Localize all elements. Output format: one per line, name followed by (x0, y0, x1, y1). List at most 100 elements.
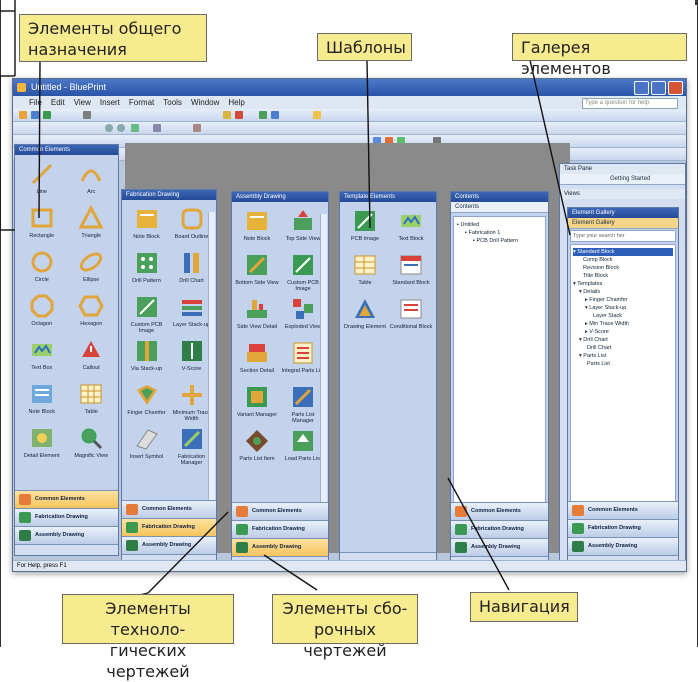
getting-started-row[interactable]: Getting Started (560, 174, 685, 185)
standard-block-icon (400, 255, 422, 275)
gallery-node[interactable]: ▾ Layer Stack-up (573, 304, 673, 312)
menu-view[interactable]: View (74, 96, 91, 109)
circle-tool[interactable]: Circle (17, 247, 67, 291)
maximize-button[interactable] (651, 81, 666, 95)
trace-width-icon (181, 385, 202, 405)
fab-insert-symbol[interactable]: Insert Symbol (124, 424, 169, 468)
gallery-node[interactable]: Revision Block (573, 264, 673, 272)
gallery-node[interactable]: ▾ Parts List (573, 352, 673, 360)
gallery-node[interactable]: ▾ Standard Block (573, 248, 673, 256)
fab-drill-pattern[interactable]: Drill Pattern (124, 248, 169, 292)
pcb-image-icon (293, 255, 313, 275)
tree-node-fabrication[interactable]: ▪ Fabrication 1 (457, 229, 542, 237)
gallery-node[interactable]: ▸ Min Trace Width (573, 320, 673, 328)
ellipse-icon (80, 252, 103, 272)
line-tool[interactable]: Line (17, 159, 67, 203)
tpl-drawing-element[interactable]: Drawing Element (342, 294, 388, 338)
help-search-input[interactable]: Type a question for help (582, 98, 678, 109)
asm-side-view-detail[interactable]: Side View Detail (234, 294, 280, 338)
gallery-node[interactable]: Layer Stack (573, 312, 673, 320)
gallery-node[interactable]: Title Block (573, 272, 673, 280)
exploded-view-icon (293, 299, 313, 319)
fabrication-scrollbar[interactable] (208, 212, 215, 503)
menu-help[interactable]: Help (228, 96, 244, 109)
fabrication-drawing-bar[interactable]: Fabrication Drawing (232, 520, 328, 538)
note-block-tool[interactable]: Note Block (17, 379, 67, 423)
arc-tool[interactable]: Arc (67, 159, 117, 203)
assembly-drawing-bar[interactable]: Assembly Drawing (451, 538, 548, 556)
triangle-tool[interactable]: Triangle (67, 203, 117, 247)
gallery-node[interactable]: ▸ V-Score (573, 328, 673, 336)
assembly-drawing-bar[interactable]: Assembly Drawing (15, 526, 118, 544)
asm-bottom-side-view[interactable]: Bottom Side View (234, 250, 280, 294)
common-elements-icon (572, 505, 584, 516)
table-tool[interactable]: Table (67, 379, 117, 423)
gallery-node[interactable]: ▸ Finger Chamfer (573, 296, 673, 304)
fab-note-block[interactable]: Note Block (124, 204, 169, 248)
menu-format[interactable]: Format (129, 96, 154, 109)
pcb-image-icon (136, 297, 157, 317)
gallery-node[interactable]: Comp Block (573, 256, 673, 264)
section-detail-icon (247, 344, 267, 362)
common-elements-bar[interactable]: Common Elements (451, 502, 548, 520)
rectangle-icon (31, 208, 53, 228)
assembly-drawing-bar[interactable]: Assembly Drawing (122, 536, 216, 554)
minimize-button[interactable] (634, 81, 649, 95)
assembly-scrollbar[interactable] (320, 214, 327, 505)
fabrication-drawing-bar[interactable]: Fabrication Drawing (122, 518, 216, 536)
octagon-tool[interactable]: Octagon (17, 291, 67, 335)
ellipse-tool[interactable]: Ellipse (67, 247, 117, 291)
assembly-drawing-bar[interactable]: Assembly Drawing (232, 538, 328, 556)
close-button[interactable] (668, 81, 683, 95)
gallery-node[interactable]: ▾ Templates (573, 280, 673, 288)
octagon-icon (30, 294, 54, 318)
fabrication-drawing-bar[interactable]: Fabrication Drawing (15, 508, 118, 526)
gallery-node[interactable]: ▾ Details (573, 288, 673, 296)
asm-note-block[interactable]: Note Block (234, 206, 280, 250)
fab-via-stackup[interactable]: Via Stack-up (124, 336, 169, 380)
toolbar-standard[interactable] (13, 109, 686, 122)
menu-tools[interactable]: Tools (163, 96, 182, 109)
tpl-table[interactable]: Table (342, 250, 388, 294)
menu-edit[interactable]: Edit (51, 96, 65, 109)
fabrication-drawing-bar[interactable]: Fabrication Drawing (451, 520, 548, 538)
contents-tree[interactable]: ▪ Untitled ▪ Fabrication 1 ▪ PCB Drill P… (453, 216, 546, 505)
magnific-view-tool[interactable]: Magnific View (67, 423, 117, 467)
gallery-tree[interactable]: ▾ Standard Block Comp Block Revision Blo… (570, 244, 676, 504)
tpl-text-block[interactable]: Text Block (388, 206, 434, 250)
menu-window[interactable]: Window (191, 96, 219, 109)
hexagon-tool[interactable]: Hexagon (67, 291, 117, 335)
element-gallery-pane: Element Gallery Element Gallery Type you… (567, 207, 679, 567)
tree-node-drill-pattern[interactable]: ▪ PCB Drill Pattern (457, 237, 542, 245)
asm-section-detail[interactable]: Section Detail (234, 338, 280, 382)
common-elements-bar[interactable]: Common Elements (122, 500, 216, 518)
gallery-node[interactable]: ▾ Drill Chart (573, 336, 673, 344)
fab-custom-pcb-image[interactable]: Custom PCB Image (124, 292, 169, 336)
gallery-search-input[interactable]: Type your search her (570, 230, 676, 242)
asm-variant-manager[interactable]: Variant Manager (234, 382, 280, 426)
tpl-conditional-block[interactable]: Conditional Block (388, 294, 434, 338)
tpl-standard-block[interactable]: Standard Block (388, 250, 434, 294)
common-elements-bar[interactable]: Common Elements (232, 502, 328, 520)
menu-file[interactable]: File (29, 96, 42, 109)
asm-parts-list-item[interactable]: Parts List Item (234, 426, 280, 470)
views-header: Views (560, 189, 685, 199)
contents-pane-title: Contents (451, 192, 548, 202)
fab-finger-chamfer[interactable]: Finger Chamfer (124, 380, 169, 424)
gallery-node[interactable]: Parts List (573, 360, 673, 368)
toolbar-drawing[interactable] (13, 122, 686, 135)
tpl-pcb-image[interactable]: PCB Image (342, 206, 388, 250)
assembly-drawing-bar[interactable]: Assembly Drawing (568, 537, 678, 555)
common-elements-bar[interactable]: Common Elements (15, 490, 118, 508)
detail-element-tool[interactable]: Detail Element (17, 423, 67, 467)
menu-insert[interactable]: Insert (100, 96, 120, 109)
callout-tool[interactable]: Callout (67, 335, 117, 379)
text-box-tool[interactable]: Text Box (17, 335, 67, 379)
fabrication-drawing-bar[interactable]: Fabrication Drawing (568, 519, 678, 537)
tree-node-untitled[interactable]: ▪ Untitled (457, 221, 542, 229)
callout-assembly-line2: рочных чертежей (303, 620, 387, 660)
rectangle-tool[interactable]: Rectangle (17, 203, 67, 247)
assembly-drawing-pane: Assembly Drawing Note Block Top Side Vie… (231, 191, 329, 568)
common-elements-bar[interactable]: Common Elements (568, 501, 678, 519)
gallery-node[interactable]: Drill Chart (573, 344, 673, 352)
